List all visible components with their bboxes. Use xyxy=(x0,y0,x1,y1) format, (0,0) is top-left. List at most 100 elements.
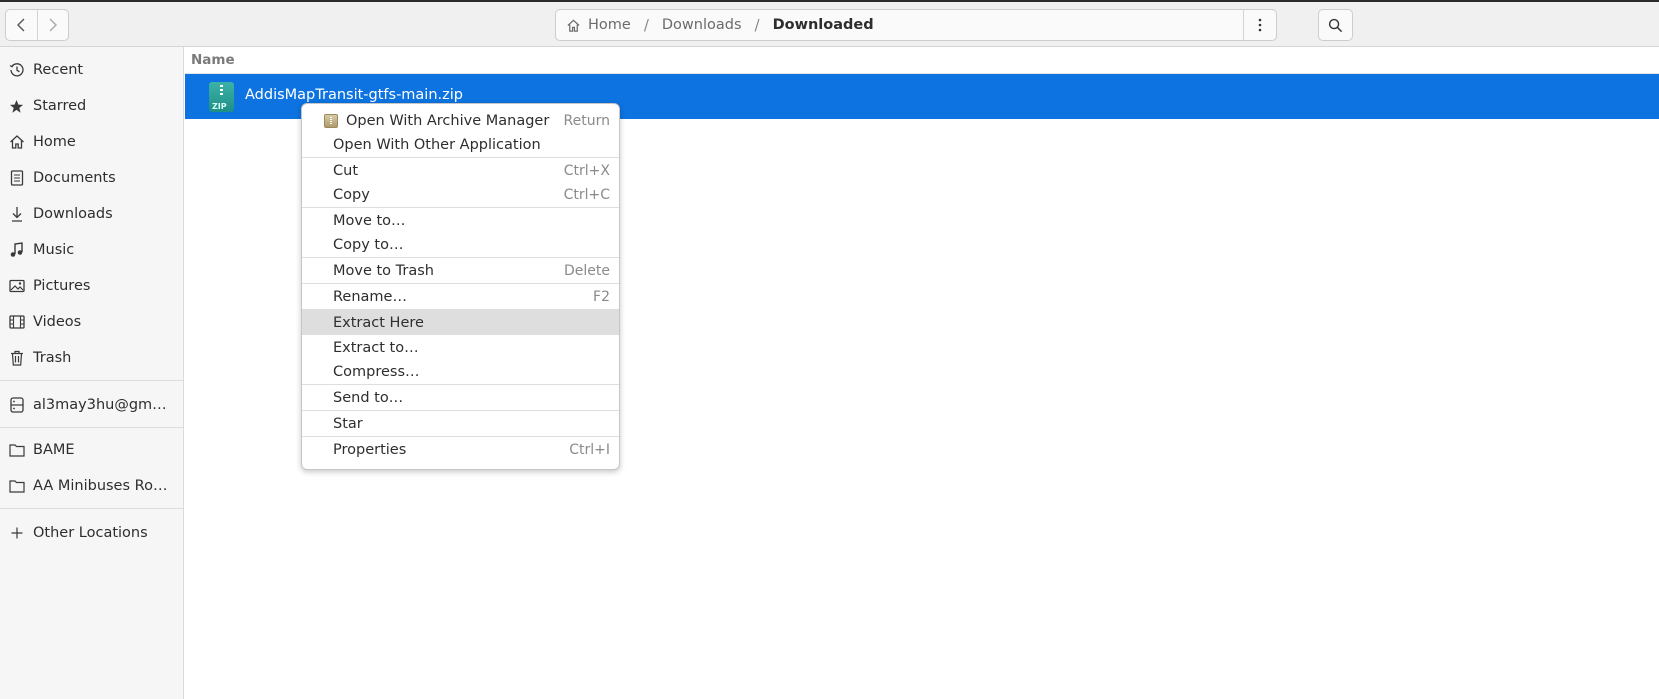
sidebar-item-network-account[interactable]: al3may3hu@gmail.com xyxy=(0,388,183,422)
menu-item-move-to-trash[interactable]: Move to Trash Delete xyxy=(302,258,619,283)
plus-icon xyxy=(8,525,25,542)
menu-item-label: Copy to… xyxy=(333,236,404,253)
sidebar-item-label: BAME xyxy=(33,442,75,458)
star-icon xyxy=(8,98,25,115)
sidebar-item-recent[interactable]: Recent xyxy=(0,53,183,87)
file-name: AddisMapTransit-gtfs-main.zip xyxy=(245,87,463,103)
chevron-left-icon xyxy=(17,18,25,32)
menu-item-label: Open With Archive Manager xyxy=(346,112,550,129)
download-icon xyxy=(8,206,25,223)
sidebar-item-documents[interactable]: Documents xyxy=(0,161,183,195)
home-icon xyxy=(8,134,25,151)
navigation-buttons xyxy=(5,9,69,41)
menu-item-shortcut: F2 xyxy=(593,288,610,305)
menu-item-move-to[interactable]: Move to… xyxy=(302,208,619,233)
menu-item-copy[interactable]: Copy Ctrl+C xyxy=(302,182,619,207)
sidebar-item-label: Recent xyxy=(33,62,84,78)
sidebar-divider xyxy=(0,427,183,428)
sidebar-item-label: Downloads xyxy=(33,206,113,222)
menu-item-label: Properties xyxy=(333,441,407,458)
column-header-name[interactable]: Name xyxy=(185,47,1659,74)
header-bar: Home / Downloads / Downloaded xyxy=(0,0,1659,47)
menu-item-extract-here[interactable]: Extract Here xyxy=(302,310,619,335)
menu-item-properties[interactable]: Properties Ctrl+I xyxy=(302,437,619,462)
menu-item-copy-to[interactable]: Copy to… xyxy=(302,232,619,257)
chevron-right-icon xyxy=(49,18,57,32)
menu-item-label: Open With Other Application xyxy=(333,136,541,153)
sidebar-item-bame[interactable]: BAME xyxy=(0,433,183,467)
breadcrumb-downloaded[interactable]: Downloaded xyxy=(773,17,874,33)
sidebar-item-label: AA Minibuses Routes xyxy=(33,478,173,494)
path-menu-button[interactable] xyxy=(1243,10,1276,40)
sidebar: Recent Starred Home Documents Downloads … xyxy=(0,47,184,699)
music-icon xyxy=(8,242,25,259)
menu-item-shortcut: Return xyxy=(563,112,610,129)
sidebar-item-label: Trash xyxy=(33,350,72,366)
trash-icon xyxy=(8,350,25,367)
breadcrumb-home[interactable]: Home xyxy=(588,17,631,33)
sidebar-divider xyxy=(0,380,183,381)
sidebar-item-label: Home xyxy=(33,134,76,150)
menu-item-label: Rename… xyxy=(333,288,407,305)
sidebar-item-label: Pictures xyxy=(33,278,91,294)
vertical-dots-icon xyxy=(1258,18,1262,32)
sidebar-item-label: Other Locations xyxy=(33,525,148,541)
column-header-label: Name xyxy=(191,52,235,68)
menu-item-label: Compress… xyxy=(333,363,420,380)
menu-item-star[interactable]: Star xyxy=(302,411,619,436)
sidebar-item-label: al3may3hu@gmail.com xyxy=(33,397,173,413)
sidebar-item-label: Starred xyxy=(33,98,87,114)
menu-item-compress[interactable]: Compress… xyxy=(302,359,619,384)
sidebar-item-downloads[interactable]: Downloads xyxy=(0,197,183,231)
back-button[interactable] xyxy=(6,10,37,40)
sidebar-item-label: Music xyxy=(33,242,75,258)
menu-item-rename[interactable]: Rename… F2 xyxy=(302,284,619,309)
menu-item-open-other-application[interactable]: Open With Other Application xyxy=(302,132,619,157)
sidebar-item-music[interactable]: Music xyxy=(0,233,183,267)
search-button[interactable] xyxy=(1318,9,1353,41)
menu-item-label: Star xyxy=(333,415,363,432)
sidebar-item-starred[interactable]: Starred xyxy=(0,89,183,123)
breadcrumb-separator: / xyxy=(754,16,760,34)
path-bar: Home / Downloads / Downloaded xyxy=(555,9,1277,41)
menu-item-cut[interactable]: Cut Ctrl+X xyxy=(302,158,619,183)
sidebar-item-aa-minibuses[interactable]: AA Minibuses Routes xyxy=(0,469,183,503)
menu-item-label: Cut xyxy=(333,162,358,179)
picture-icon xyxy=(8,278,25,295)
document-icon xyxy=(8,170,25,187)
menu-item-shortcut: Delete xyxy=(564,262,610,279)
search-icon xyxy=(1328,18,1343,32)
breadcrumb-separator: / xyxy=(643,16,649,34)
menu-item-label: Extract to… xyxy=(333,339,419,356)
archive-manager-icon xyxy=(324,113,338,128)
sidebar-divider xyxy=(0,508,183,509)
sidebar-item-pictures[interactable]: Pictures xyxy=(0,269,183,303)
menu-item-extract-to[interactable]: Extract to… xyxy=(302,335,619,360)
zip-icon-label: ZIP xyxy=(212,102,227,111)
menu-item-shortcut: Ctrl+C xyxy=(563,186,610,203)
video-icon xyxy=(8,314,25,331)
breadcrumb-downloads[interactable]: Downloads xyxy=(662,17,742,33)
sidebar-item-other-locations[interactable]: Other Locations xyxy=(0,516,183,550)
zip-archive-icon: ZIP xyxy=(209,82,234,112)
menu-item-shortcut: Ctrl+X xyxy=(563,162,610,179)
sidebar-item-trash[interactable]: Trash xyxy=(0,341,183,375)
home-icon xyxy=(566,18,581,33)
sidebar-item-videos[interactable]: Videos xyxy=(0,305,183,339)
forward-button[interactable] xyxy=(36,10,69,40)
clock-icon xyxy=(8,62,25,79)
folder-icon xyxy=(8,442,25,459)
menu-item-label: Send to… xyxy=(333,389,404,406)
menu-item-label: Extract Here xyxy=(333,314,424,331)
menu-item-open-archive-manager[interactable]: Open With Archive Manager Return xyxy=(302,108,619,133)
breadcrumb: Home / Downloads / Downloaded xyxy=(566,10,874,40)
menu-item-send-to[interactable]: Send to… xyxy=(302,385,619,410)
folder-icon xyxy=(8,478,25,495)
menu-item-shortcut: Ctrl+I xyxy=(569,441,610,458)
menu-item-label: Move to Trash xyxy=(333,262,434,279)
sidebar-item-label: Videos xyxy=(33,314,82,330)
menu-item-label: Move to… xyxy=(333,212,406,229)
sidebar-item-home[interactable]: Home xyxy=(0,125,183,159)
menu-item-label: Copy xyxy=(333,186,370,203)
sidebar-item-label: Documents xyxy=(33,170,116,186)
